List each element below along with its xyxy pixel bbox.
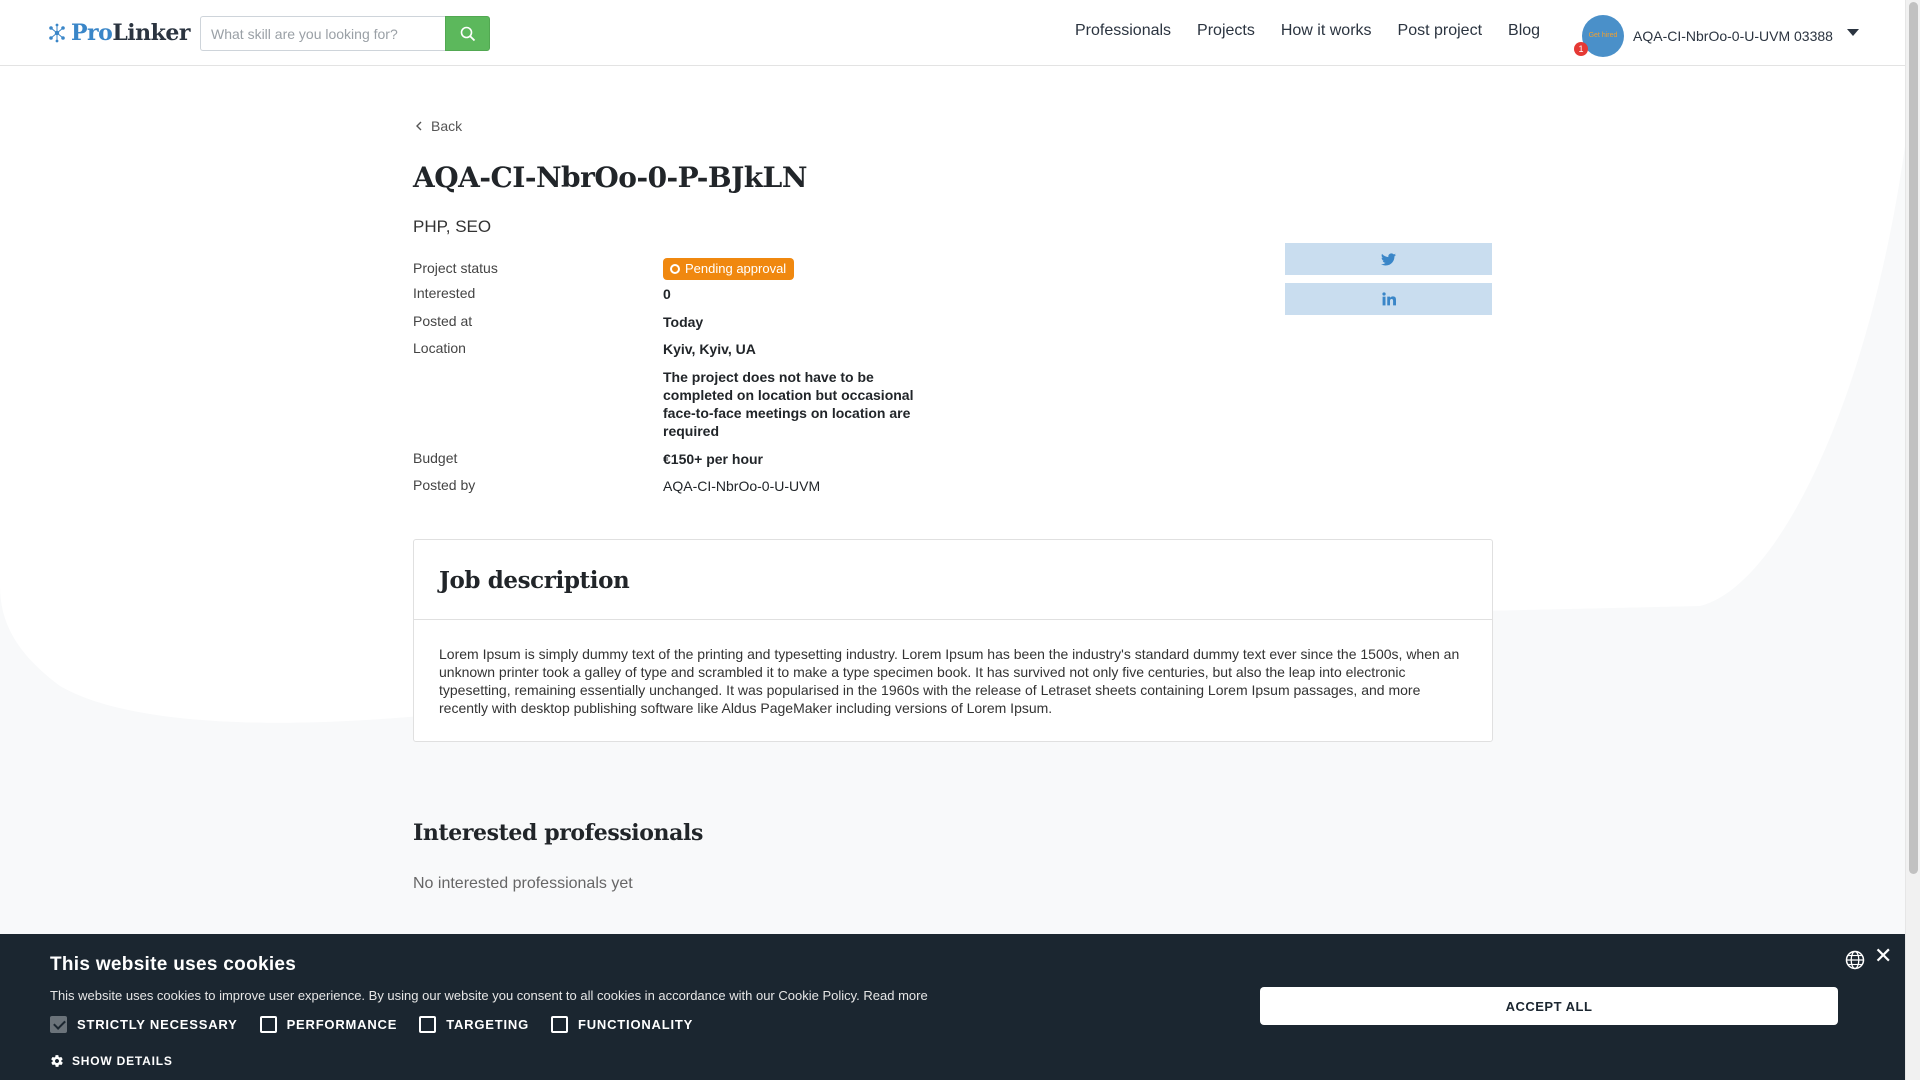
logo-text-pro: Pro bbox=[71, 20, 113, 46]
location-note-row: The project does not have to be complete… bbox=[413, 368, 933, 450]
show-details-toggle[interactable]: SHOW DETAILS bbox=[50, 1054, 173, 1068]
gear-icon bbox=[51, 1055, 63, 1067]
close-icon[interactable]: ✕ bbox=[1874, 945, 1892, 967]
budget-row: Budget €150+ per hour bbox=[413, 450, 933, 477]
budget-label: Budget bbox=[413, 450, 458, 466]
interested-value: 0 bbox=[663, 286, 671, 302]
project-details: Project status Pending approval Interest… bbox=[413, 256, 933, 504]
job-description-card: Job description Lorem Ipsum is simply du… bbox=[413, 539, 1493, 742]
project-title: AQA-CI-NbrOo-0-P-BJkLN bbox=[413, 161, 807, 194]
chevron-down-icon[interactable] bbox=[1846, 28, 1859, 36]
user-menu[interactable]: Get hired 1 AQA-CI-NbrOo-0-U-UVM 03388 bbox=[1574, 15, 1859, 57]
nav-post-project[interactable]: Post project bbox=[1398, 22, 1482, 40]
nav-professionals[interactable]: Professionals bbox=[1075, 22, 1171, 40]
search-bar bbox=[200, 16, 490, 51]
checkbox[interactable] bbox=[259, 1016, 277, 1033]
interested-professionals-heading: Interested professionals bbox=[413, 820, 703, 846]
location-note: The project does not have to be complete… bbox=[663, 369, 914, 439]
cookie-option-label: PERFORMANCE bbox=[286, 1017, 398, 1032]
checkbox[interactable] bbox=[551, 1016, 568, 1033]
avatar[interactable]: Get hired 1 bbox=[1574, 15, 1624, 57]
posted-by-row: Posted by AQA-CI-NbrOo-0-U-UVM bbox=[413, 477, 933, 504]
globe-icon[interactable] bbox=[1845, 950, 1865, 970]
cookie-option-label: FUNCTIONALITY bbox=[578, 1017, 694, 1032]
back-label: Back bbox=[431, 118, 463, 134]
location-value: Kyiv, Kyiv, UA bbox=[663, 341, 756, 357]
logo-icon bbox=[49, 23, 65, 43]
accept-all-button[interactable]: ACCEPT ALL bbox=[1260, 987, 1838, 1025]
notification-badge: 1 bbox=[1574, 42, 1588, 56]
cookie-read-more-link[interactable]: Read more bbox=[863, 988, 927, 1003]
status-label: Project status bbox=[413, 260, 498, 276]
posted-at-value: Today bbox=[663, 314, 704, 330]
show-details-label: SHOW DETAILS bbox=[72, 1054, 173, 1068]
cookie-option-functionality[interactable]: FUNCTIONALITY bbox=[551, 1016, 693, 1033]
cookie-title: This website uses cookies bbox=[50, 954, 297, 975]
top-header: ProLinker Professionals Projects How it … bbox=[0, 0, 1905, 66]
cookie-option-performance[interactable]: PERFORMANCE bbox=[259, 1016, 398, 1033]
interested-row: Interested 0 bbox=[413, 285, 933, 313]
chevron-left-icon bbox=[416, 121, 422, 131]
scrollbar-thumb[interactable] bbox=[1909, 2, 1918, 874]
twitter-icon bbox=[1381, 252, 1396, 265]
interested-empty-text: No interested professionals yet bbox=[413, 875, 633, 892]
avatar-text: Get hired bbox=[1588, 32, 1618, 39]
posted-at-row: Posted at Today bbox=[413, 313, 933, 340]
status-badge-text: Pending approval bbox=[685, 261, 787, 276]
checkbox-checked[interactable] bbox=[50, 1016, 67, 1033]
search-input[interactable] bbox=[200, 16, 445, 51]
nav-blog[interactable]: Blog bbox=[1508, 22, 1540, 40]
cookie-option-label: STRICTLY NECESSARY bbox=[77, 1017, 238, 1032]
posted-at-label: Posted at bbox=[413, 313, 473, 329]
search-icon bbox=[460, 26, 475, 41]
logo[interactable]: Pro Linker bbox=[47, 20, 190, 46]
posted-by-value: AQA-CI-NbrOo-0-U-UVM bbox=[663, 478, 821, 494]
main-nav: Professionals Projects How it works Post… bbox=[1075, 22, 1540, 40]
cookie-option-targeting[interactable]: TARGETING bbox=[419, 1016, 529, 1033]
posted-by-label: Posted by bbox=[413, 477, 476, 493]
back-link[interactable]: Back bbox=[415, 118, 462, 134]
share-linkedin-button[interactable] bbox=[1285, 283, 1492, 315]
status-row: Project status Pending approval bbox=[413, 256, 933, 285]
cookie-banner: This website uses cookies This website u… bbox=[0, 934, 1905, 1080]
nav-how-it-works[interactable]: How it works bbox=[1281, 22, 1372, 40]
budget-value: €150+ per hour bbox=[663, 451, 763, 467]
status-badge: Pending approval bbox=[663, 258, 795, 280]
location-row: Location Kyiv, Kyiv, UA bbox=[413, 340, 933, 368]
logo-text-linker: Linker bbox=[112, 20, 190, 46]
status-value: Pending approval bbox=[663, 258, 918, 280]
project-skills: PHP, SEO bbox=[413, 217, 492, 236]
job-description-heading: Job description bbox=[414, 540, 1492, 620]
cookie-options: STRICTLY NECESSARY PERFORMANCE TARGETING… bbox=[50, 1016, 693, 1033]
nav-projects[interactable]: Projects bbox=[1197, 22, 1255, 40]
job-description-text: Lorem Ipsum is simply dummy text of the … bbox=[439, 646, 1460, 716]
linkedin-icon bbox=[1381, 292, 1396, 306]
checkbox[interactable] bbox=[419, 1016, 437, 1033]
pending-icon bbox=[670, 264, 680, 274]
search-button[interactable] bbox=[445, 16, 490, 51]
page-scrollbar[interactable] bbox=[1905, 0, 1920, 1080]
cookie-description: This website uses cookies to improve use… bbox=[50, 988, 928, 1003]
interested-label: Interested bbox=[413, 285, 476, 301]
cookie-option-strictly-necessary[interactable]: STRICTLY NECESSARY bbox=[50, 1016, 238, 1033]
share-twitter-button[interactable] bbox=[1285, 243, 1492, 275]
location-label: Location bbox=[413, 340, 466, 356]
cookie-option-label: TARGETING bbox=[446, 1017, 529, 1032]
username: AQA-CI-NbrOo-0-U-UVM 03388 bbox=[1633, 28, 1833, 44]
location-note-spacer bbox=[413, 368, 663, 450]
cookie-description-text: This website uses cookies to improve use… bbox=[50, 988, 860, 1003]
